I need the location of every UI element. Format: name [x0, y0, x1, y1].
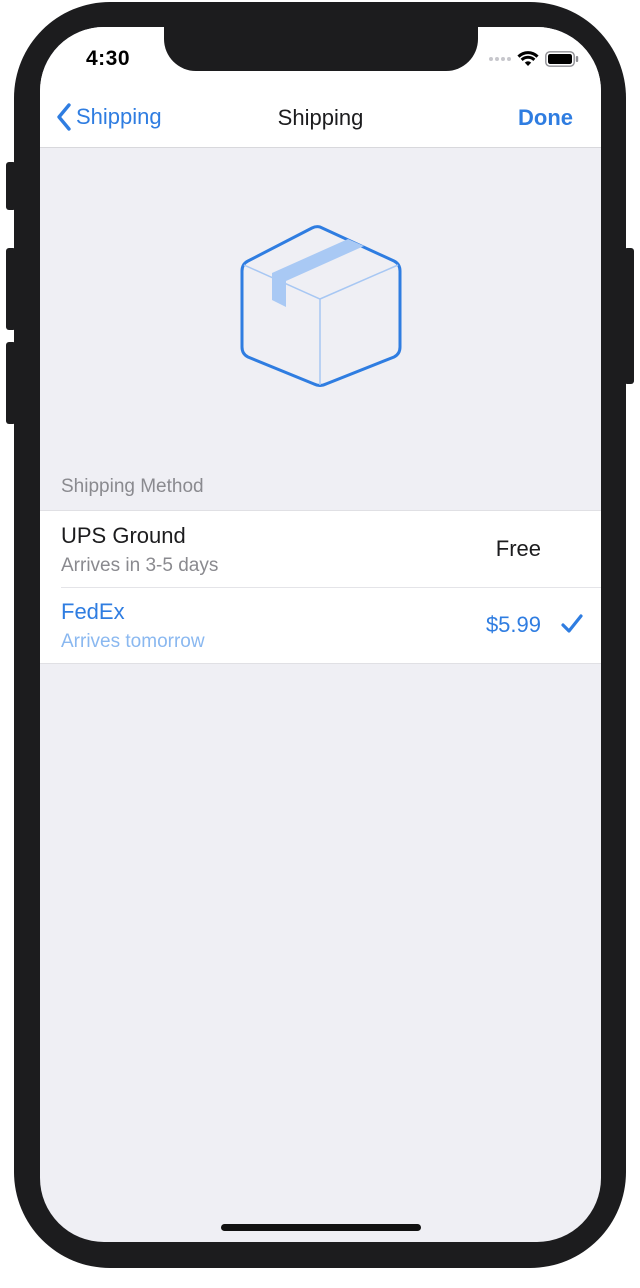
section-header: Shipping Method	[61, 476, 204, 497]
checkmark-icon	[561, 614, 583, 633]
done-button[interactable]: Done	[518, 105, 573, 131]
cellular-signal-icon	[489, 57, 511, 61]
home-indicator[interactable]	[221, 1224, 421, 1231]
package-box-icon	[240, 225, 402, 387]
method-price: $5.99	[485, 612, 541, 637]
battery-icon	[545, 51, 579, 67]
list-item-ups-ground[interactable]: UPS Ground Arrives in 3-5 days Free	[40, 511, 601, 587]
method-subtitle: Arrives in 3-5 days	[61, 555, 219, 576]
method-subtitle: Arrives tomorrow	[61, 631, 205, 652]
hero-area	[40, 148, 601, 468]
method-title: UPS Ground	[61, 523, 186, 548]
list-item-fedex[interactable]: FedEx Arrives tomorrow $5.99	[40, 587, 601, 663]
nav-title: Shipping	[277, 105, 364, 130]
method-title: FedEx	[61, 599, 125, 624]
screen: 4:30 Shipping Shipping Done Shipping Met…	[40, 27, 601, 1242]
status-time: 4:30	[86, 47, 131, 70]
phone-frame: 4:30 Shipping Shipping Done Shipping Met…	[14, 2, 626, 1268]
shipping-methods-list: UPS Ground Arrives in 3-5 days Free FedE…	[40, 510, 601, 664]
status-icons	[489, 51, 579, 67]
navigation-bar: Shipping Shipping Done	[40, 93, 601, 148]
method-price: Free	[495, 536, 541, 561]
wifi-icon	[517, 51, 539, 66]
notch	[164, 27, 478, 71]
